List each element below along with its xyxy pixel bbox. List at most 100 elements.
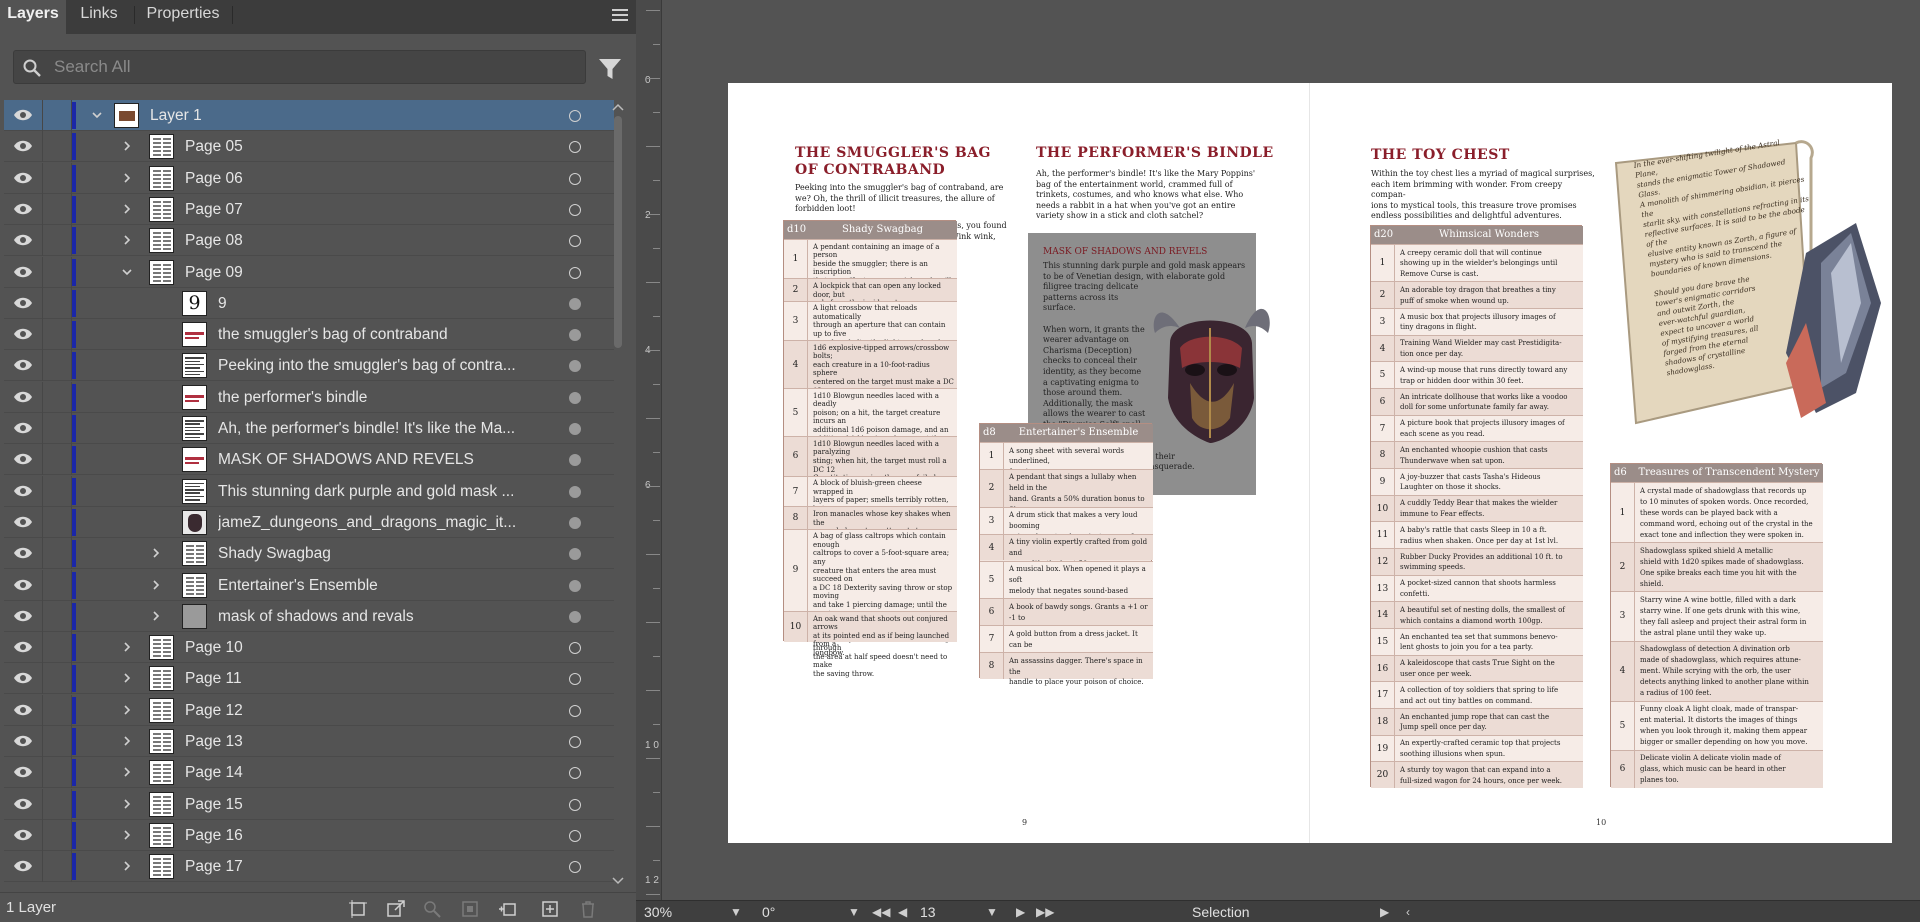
lock-toggle[interactable]: [42, 444, 72, 476]
layer-row[interactable]: MASK OF SHADOWS AND REVELS: [4, 444, 614, 476]
lock-toggle[interactable]: [42, 100, 72, 131]
layer-row[interactable]: mask of shadows and revals: [4, 600, 614, 632]
target-circle-icon[interactable]: [569, 861, 581, 874]
lock-toggle[interactable]: [42, 819, 72, 851]
chevron-right-icon[interactable]: [150, 579, 162, 591]
layer-row[interactable]: Page 17: [4, 851, 614, 883]
export-icon[interactable]: [386, 899, 406, 919]
zoom-field[interactable]: 30%: [644, 903, 672, 921]
lock-toggle[interactable]: [42, 225, 72, 257]
chevron-right-icon[interactable]: [121, 704, 133, 716]
visibility-eye-icon[interactable]: [13, 671, 33, 685]
lock-toggle[interactable]: [42, 726, 72, 757]
target-circle-icon[interactable]: [569, 172, 581, 185]
page-field[interactable]: 13: [920, 903, 936, 921]
visibility-eye-icon[interactable]: [13, 484, 33, 498]
visibility-eye-icon[interactable]: [13, 765, 33, 779]
chevron-right-icon[interactable]: [121, 140, 133, 152]
target-circle-icon[interactable]: [569, 798, 581, 811]
prev-page-icon[interactable]: ◀: [898, 905, 907, 919]
target-circle-icon[interactable]: [569, 391, 581, 404]
visibility-eye-icon[interactable]: [13, 265, 33, 279]
layer-row[interactable]: Page 09: [4, 256, 614, 288]
target-circle-icon[interactable]: [569, 642, 581, 655]
chevron-right-icon[interactable]: [121, 766, 133, 778]
target-circle-icon[interactable]: [569, 548, 581, 561]
visibility-eye-icon[interactable]: [13, 296, 33, 310]
layer-row[interactable]: the smuggler's bag of contraband: [4, 319, 614, 351]
layer-row[interactable]: Page 13: [4, 726, 614, 757]
visibility-eye-icon[interactable]: [13, 703, 33, 717]
visibility-eye-icon[interactable]: [13, 640, 33, 654]
target-circle-icon[interactable]: [569, 829, 581, 842]
visibility-eye-icon[interactable]: [13, 358, 33, 372]
visibility-eye-icon[interactable]: [13, 609, 33, 623]
visibility-eye-icon[interactable]: [13, 452, 33, 466]
locate-object-icon[interactable]: [348, 899, 368, 919]
tab-properties[interactable]: Properties: [136, 0, 230, 34]
lock-toggle[interactable]: [42, 350, 72, 382]
lock-toggle[interactable]: [42, 162, 72, 194]
target-circle-icon[interactable]: [569, 203, 581, 216]
visibility-eye-icon[interactable]: [13, 108, 33, 122]
chevron-right-icon[interactable]: [121, 234, 133, 246]
lock-toggle[interactable]: [42, 131, 72, 163]
chevron-right-icon[interactable]: [121, 172, 133, 184]
chevron-right-icon[interactable]: [121, 203, 133, 215]
first-page-icon[interactable]: ◀◀: [872, 905, 890, 919]
chevron-right-icon[interactable]: [150, 547, 162, 559]
collapse-icon[interactable]: ‹: [1406, 905, 1410, 919]
lock-toggle[interactable]: [42, 757, 72, 789]
visibility-eye-icon[interactable]: [13, 734, 33, 748]
layer-row[interactable]: Page 06: [4, 162, 614, 194]
chevron-right-icon[interactable]: [121, 641, 133, 653]
panel-menu-icon[interactable]: [612, 9, 630, 23]
layer-row[interactable]: the performer's bindle: [4, 381, 614, 413]
visibility-eye-icon[interactable]: [13, 546, 33, 560]
lock-toggle[interactable]: [42, 632, 72, 664]
layer-row[interactable]: Page 10: [4, 632, 614, 664]
scroll-up-icon[interactable]: [612, 102, 624, 112]
rotation-dropdown-icon[interactable]: ▼: [848, 903, 860, 921]
chevron-down-icon[interactable]: [91, 109, 103, 121]
page-dropdown-icon[interactable]: ▼: [986, 903, 998, 921]
layer-row[interactable]: Ah, the performer's bindle! It's like th…: [4, 413, 614, 444]
rotation-field[interactable]: 0°: [762, 903, 775, 921]
chevron-right-icon[interactable]: [121, 672, 133, 684]
lock-toggle[interactable]: [42, 788, 72, 820]
lock-toggle[interactable]: [42, 319, 72, 351]
chevron-right-icon[interactable]: [121, 860, 133, 872]
zoom-icon[interactable]: [422, 899, 442, 919]
visibility-eye-icon[interactable]: [13, 171, 33, 185]
layer-row[interactable]: Page 12: [4, 694, 614, 726]
lock-toggle[interactable]: [42, 538, 72, 570]
filter-icon[interactable]: [598, 57, 622, 81]
lock-toggle[interactable]: [42, 381, 72, 413]
visibility-eye-icon[interactable]: [13, 421, 33, 435]
new-layer-icon[interactable]: [540, 899, 560, 919]
target-circle-icon[interactable]: [569, 235, 581, 248]
layer-row[interactable]: Page 16: [4, 819, 614, 851]
lock-toggle[interactable]: [42, 256, 72, 288]
next-page-icon[interactable]: ▶: [1016, 905, 1025, 919]
chevron-right-icon[interactable]: [150, 610, 162, 622]
layer-row[interactable]: Page 07: [4, 193, 614, 225]
visibility-eye-icon[interactable]: [13, 578, 33, 592]
scroll-down-icon[interactable]: [612, 876, 624, 886]
target-circle-icon[interactable]: [569, 266, 581, 279]
chevron-right-icon[interactable]: [121, 829, 133, 841]
lock-toggle[interactable]: [42, 413, 72, 444]
layer-row[interactable]: Page 05: [4, 131, 614, 163]
lock-toggle[interactable]: [42, 569, 72, 601]
layer-row[interactable]: Entertainer's Ensemble: [4, 569, 614, 601]
target-circle-icon[interactable]: [569, 767, 581, 780]
chevron-down-icon[interactable]: [121, 266, 133, 278]
lock-toggle[interactable]: [42, 600, 72, 632]
target-circle-icon[interactable]: [569, 736, 581, 748]
lock-toggle[interactable]: [42, 475, 72, 507]
target-circle-icon[interactable]: [569, 360, 581, 373]
layer-row[interactable]: Peeking into the smuggler's bag of contr…: [4, 350, 614, 382]
delete-icon[interactable]: [578, 899, 598, 919]
zoom-dropdown-icon[interactable]: ▼: [730, 903, 742, 921]
visibility-eye-icon[interactable]: [13, 828, 33, 842]
